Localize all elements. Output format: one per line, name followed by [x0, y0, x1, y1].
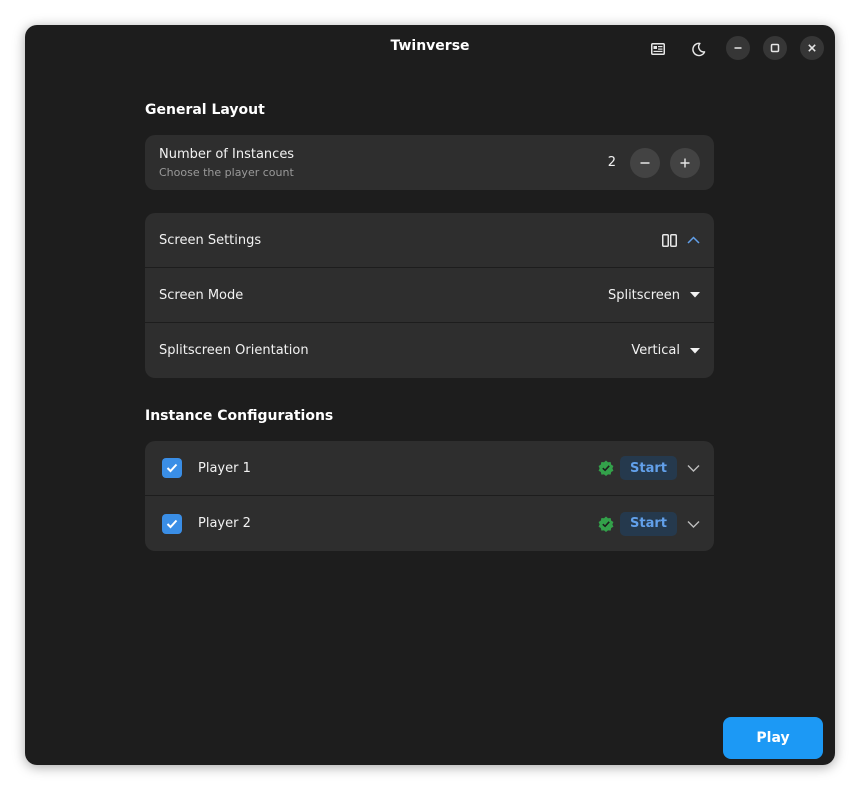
instances-row: Number of Instances Choose the player co… [145, 135, 714, 190]
player-1-label: Player 1 [198, 460, 251, 476]
players-card: Player 1 Start Player 2 Start [145, 441, 714, 551]
chevron-up-icon[interactable] [687, 236, 700, 244]
split-vertical-icon [662, 233, 677, 247]
orientation-value: Vertical [631, 343, 680, 358]
instances-card: Number of Instances Choose the player co… [145, 135, 714, 190]
player-1-checkbox[interactable] [162, 458, 182, 478]
dark-mode-icon [691, 42, 705, 56]
player-1-actions: Start [598, 456, 700, 480]
dropdown-arrow-icon [690, 292, 700, 298]
increment-button[interactable] [670, 147, 700, 178]
instances-sublabel: Choose the player count [159, 165, 294, 179]
screen-mode-value: Splitscreen [607, 287, 680, 303]
player-row-1: Player 1 Start [145, 441, 714, 496]
status-ok-icon [598, 460, 614, 476]
player-2-start-button[interactable]: Start [620, 511, 677, 536]
orientation-row[interactable]: Splitscreen Orientation Vertical [145, 323, 714, 378]
screen-mode-row[interactable]: Screen Mode Splitscreen [145, 268, 714, 323]
chevron-down-icon[interactable] [687, 520, 700, 528]
checkmark-icon [166, 519, 178, 528]
instances-label: Number of Instances [159, 146, 295, 162]
minimize-button[interactable] [726, 36, 750, 60]
decrement-button[interactable] [630, 147, 660, 178]
screen-mode-label: Screen Mode [159, 287, 244, 303]
orientation-dropdown[interactable]: Vertical [631, 343, 700, 358]
player-2-checkbox[interactable] [162, 513, 182, 534]
close-button[interactable] [800, 36, 824, 60]
dark-mode-button[interactable] [684, 35, 712, 63]
player-row-2: Player 2 Start [145, 496, 714, 551]
instances-spinner: 2 [607, 147, 700, 178]
chevron-down-icon[interactable] [687, 464, 700, 472]
checkmark-icon [166, 463, 178, 473]
screen-settings-label: Screen Settings [159, 232, 262, 248]
general-layout-heading: General Layout [145, 102, 265, 118]
layout-toggle-button[interactable] [644, 35, 672, 63]
layout-icon [651, 43, 665, 55]
close-icon [808, 44, 816, 52]
screen-settings-icons [662, 233, 700, 247]
instances-value: 2 [607, 155, 616, 170]
maximize-button[interactable] [763, 36, 787, 60]
play-button[interactable]: Play [723, 717, 823, 759]
player-2-actions: Start [598, 511, 700, 536]
screen-settings-header[interactable]: Screen Settings [145, 213, 714, 268]
status-ok-icon [598, 516, 614, 532]
instances-text: Number of Instances Choose the player co… [159, 147, 294, 179]
plus-icon [680, 158, 690, 167]
screen-settings-card: Screen Settings Screen Mode Splitscreen [145, 213, 714, 378]
minimize-icon [734, 47, 742, 49]
player-2-label: Player 2 [198, 516, 251, 531]
dropdown-arrow-icon [690, 347, 700, 353]
app-window: Twinverse General Layout Number of Insta… [25, 25, 835, 765]
player-1-start-button[interactable]: Start [620, 456, 677, 480]
window-title: Twinverse [390, 38, 470, 54]
minus-icon [640, 161, 650, 164]
maximize-icon [770, 43, 780, 53]
instance-configurations-heading: Instance Configurations [145, 408, 334, 424]
orientation-label: Splitscreen Orientation [159, 343, 309, 358]
screen-mode-dropdown[interactable]: Splitscreen [608, 288, 700, 303]
